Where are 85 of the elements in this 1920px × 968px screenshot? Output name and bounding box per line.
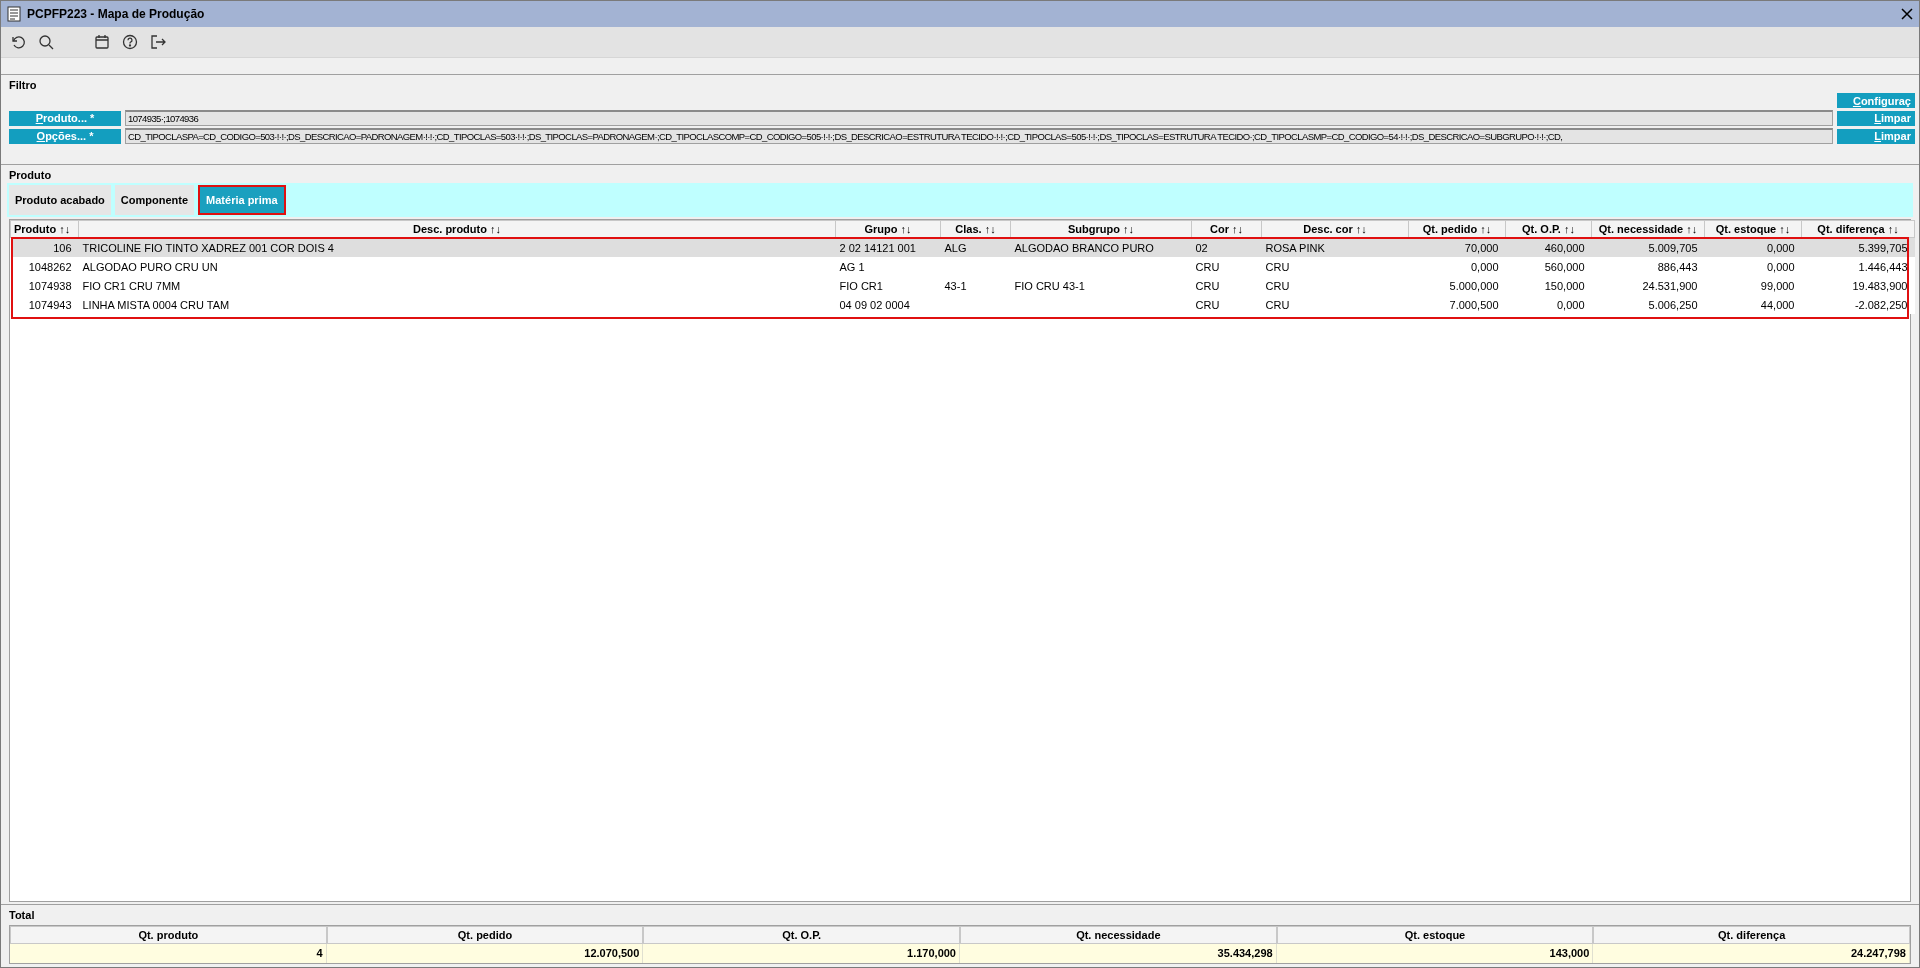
table-cell: 560,000 xyxy=(1544,260,1585,273)
table-cell: ALG xyxy=(944,241,967,254)
table-cell: 04 09 02 0004 xyxy=(839,298,910,311)
calendar-icon xyxy=(94,34,110,50)
table-cell: 460,000 xyxy=(1544,241,1585,254)
table-cell: ROSA PINK xyxy=(1265,241,1325,254)
table-cell: 7.000,500 xyxy=(1449,298,1499,311)
table-cell: -2.082,250 xyxy=(1854,298,1908,311)
filter-field[interactable]: 1074935·;1074936 xyxy=(125,110,1833,126)
column-header[interactable]: Qt. diferença ↑↓ xyxy=(1801,220,1915,238)
tab[interactable]: Produto acabado xyxy=(9,185,111,215)
table-cell: FIO CR1 xyxy=(839,279,883,292)
column-header[interactable]: Qt. necessidade ↑↓ xyxy=(1591,220,1705,238)
section-title: Filtro xyxy=(9,79,38,93)
tab[interactable]: Componente xyxy=(114,185,195,215)
table-cell: 1074938 xyxy=(28,279,72,292)
table-cell: 02 xyxy=(1195,241,1208,254)
search-icon xyxy=(38,34,54,50)
section-title: Total xyxy=(9,909,36,923)
table-cell: 1.446,443 xyxy=(1858,260,1908,273)
table-cell: 150,000 xyxy=(1544,279,1585,292)
table-cell: 5.006,250 xyxy=(1648,298,1698,311)
filter-field[interactable]: CD_TIPOCLASPA=CD_CODIGO=503·!·!·;DS_DESCRICAO=PADRONAGEM·!·!·;CD_TIPOCLAS=503·!·!·;DS_TIPOCLAS=PADRONAGEM·;CD_TIPOCLASCOMP=CD_CODIGO=505·!·!·;DS_DESCRICAO=ESTRUTURA TECIDO·!·!·;CD_TIPOCLAS=505·!·!·;DS_TIPOCLAS=ESTRUTURA TECIDO·;CD_TIPOCLASMP=CD_CODIGO=54·!·!·;DS_DESCRICAO=SUBGRUPO·!·!·;CD, xyxy=(125,128,1833,144)
table-cell: CRU xyxy=(1195,279,1220,292)
table-cell: 43-1 xyxy=(944,279,967,292)
undo-icon xyxy=(10,34,26,50)
table-cell: FIO CRU 43-1 xyxy=(1014,279,1085,292)
column-header: Qt. necessidade xyxy=(960,926,1277,944)
table-cell: CRU xyxy=(1195,260,1220,273)
table-cell: 2 02 14121 001 xyxy=(839,241,916,254)
total-cell: 12.070,500 xyxy=(326,944,644,963)
total-cell: 4 xyxy=(10,944,327,963)
table-cell: 19.483,900 xyxy=(1852,279,1908,292)
table-cell: 99,000 xyxy=(1760,279,1795,292)
window-title: PCPFP223 - Mapa de Produção xyxy=(27,7,205,21)
table-cell: FIO CR1 CRU 7MM xyxy=(82,279,181,292)
table-row[interactable]: 1048262 ALGODAO PURO CRU UN AG 1 CRU CRU 0,000 560,000 886,443 0,000 1.446,443 xyxy=(10,257,1915,276)
column-header: Qt. diferença xyxy=(1593,926,1910,944)
table-cell: 0,000 xyxy=(1766,241,1795,254)
table-cell: TRICOLINE FIO TINTO XADREZ 001 COR DOIS 4 xyxy=(82,241,334,254)
table-cell: 0,000 xyxy=(1766,260,1795,273)
help-icon xyxy=(122,34,138,50)
table-cell: 5.399,705 xyxy=(1858,241,1908,254)
total-cell: 143,000 xyxy=(1276,944,1594,963)
table-cell: CRU xyxy=(1265,279,1290,292)
table-cell: ALGODAO PURO CRU UN xyxy=(82,260,218,273)
table-cell: 106 xyxy=(53,241,72,254)
total-cell: 1.170,000 xyxy=(643,944,960,963)
column-header[interactable]: Qt. estoque ↑↓ xyxy=(1704,220,1802,238)
table-cell: ALGODAO BRANCO PURO xyxy=(1014,241,1154,254)
table-row[interactable]: 106 TRICOLINE FIO TINTO XADREZ 001 COR DOIS 4 2 02 14121 001 ALG ALGODAO BRANCO PURO 02 ROSA PINK 70,000 460,000 5.009,705 0,000 5.399,705 xyxy=(10,237,1915,257)
column-header[interactable]: Subgrupo ↑↓ xyxy=(1010,220,1192,238)
total-cell: 35.434,298 xyxy=(960,944,1277,963)
column-header[interactable]: Produto ↑↓ xyxy=(10,220,79,238)
column-header[interactable]: Qt. O.P. ↑↓ xyxy=(1505,220,1592,238)
table-cell: 1048262 xyxy=(28,260,72,273)
table-cell: 0,000 xyxy=(1470,260,1499,273)
section-title: Produto xyxy=(9,169,53,183)
table-cell: 0,000 xyxy=(1556,298,1585,311)
table-cell: 886,443 xyxy=(1657,260,1698,273)
column-header: Qt. produto xyxy=(10,926,327,944)
table-cell: 5.000,000 xyxy=(1449,279,1499,292)
column-header: Qt. O.P. xyxy=(643,926,960,944)
table-cell: CRU xyxy=(1265,260,1290,273)
table-cell: 1074943 xyxy=(28,298,72,311)
table-cell: CRU xyxy=(1265,298,1290,311)
document-icon xyxy=(7,6,21,22)
close-icon[interactable] xyxy=(1901,8,1913,20)
table-cell: 70,000 xyxy=(1464,241,1499,254)
table-cell: 5.009,705 xyxy=(1648,241,1698,254)
column-header[interactable]: Grupo ↑↓ xyxy=(835,220,941,238)
column-header[interactable]: Qt. pedido ↑↓ xyxy=(1408,220,1506,238)
column-header[interactable]: Desc. cor ↑↓ xyxy=(1261,220,1409,238)
column-header: Qt. pedido xyxy=(326,926,644,944)
table-cell: LINHA MISTA 0004 CRU TAM xyxy=(82,298,230,311)
column-header[interactable]: Cor ↑↓ xyxy=(1191,220,1262,238)
table-cell: 24.531,900 xyxy=(1642,279,1698,292)
exit-icon xyxy=(150,34,166,50)
table-cell: AG 1 xyxy=(839,260,865,273)
total-cell: 24.247,798 xyxy=(1593,944,1910,963)
column-header: Qt. estoque xyxy=(1276,926,1594,944)
column-header[interactable]: Desc. produto ↑↓ xyxy=(78,220,836,238)
column-header[interactable]: Clas. ↑↓ xyxy=(940,220,1011,238)
table-cell: 44,000 xyxy=(1760,298,1795,311)
table-cell: CRU xyxy=(1195,298,1220,311)
